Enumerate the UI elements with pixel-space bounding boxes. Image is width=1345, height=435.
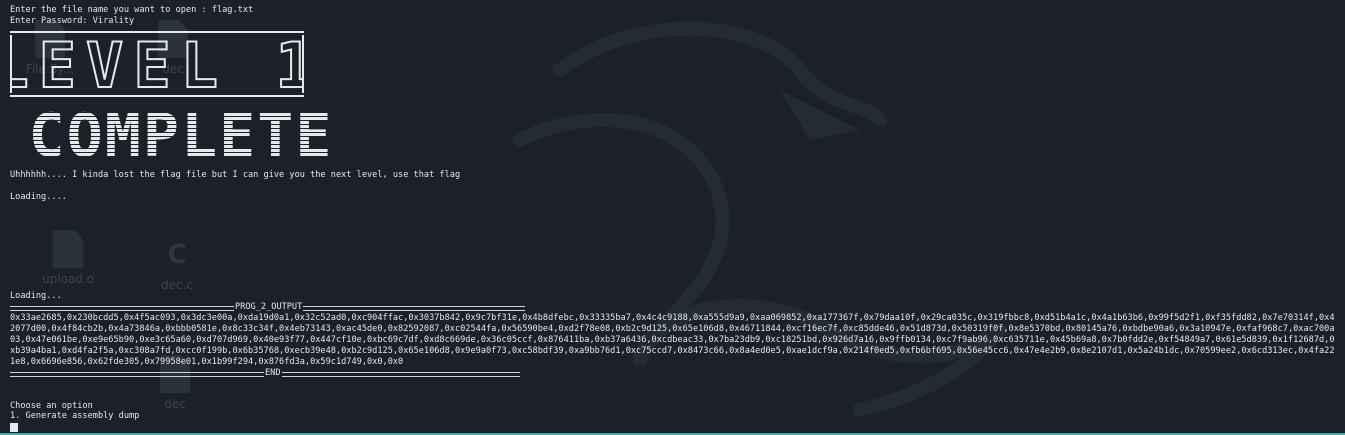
program-output: 0x33ae2685,0x230bcdd5,0x4f5ac093,0x3dc3e… [10,313,1335,367]
loading-text: Loading.... [10,192,67,202]
desktop-icon[interactable]: C dec.c [147,236,207,292]
message-text: Uhhhhhh.... I kinda lost the flag file b… [10,170,461,180]
desktop-icon-label: dec.c [160,278,193,292]
level-banner-text: LEVEL 1 [10,31,304,97]
terminal-cursor[interactable] [10,423,18,432]
output-footer-separator: END [10,368,520,379]
loading-text: Loading... [10,291,62,301]
output-header-label: PROG_2_OUTPUT [234,302,304,313]
desktop-icon[interactable]: upload.o [38,230,98,286]
complete-banner-art: COMPLETE [29,101,334,161]
level-banner: LEVEL 1 [10,31,304,97]
level-banner-art: LEVEL 1 [10,31,304,97]
output-footer-label: END [264,368,282,379]
c-source-file-icon: C [167,240,187,270]
desktop-icon-label: dec [164,397,186,411]
complete-banner-text: COMPLETE [29,101,334,161]
file-prompt: Enter the file name you want to open : f… [10,5,254,15]
desktop-icon-label: upload.o [41,272,95,286]
menu-option[interactable]: 1. Generate assembly dump [10,411,139,422]
password-prompt: Enter Password: Virality [10,16,135,26]
output-header-separator: PROG_2_OUTPUT [10,302,525,313]
file-icon [53,230,83,268]
